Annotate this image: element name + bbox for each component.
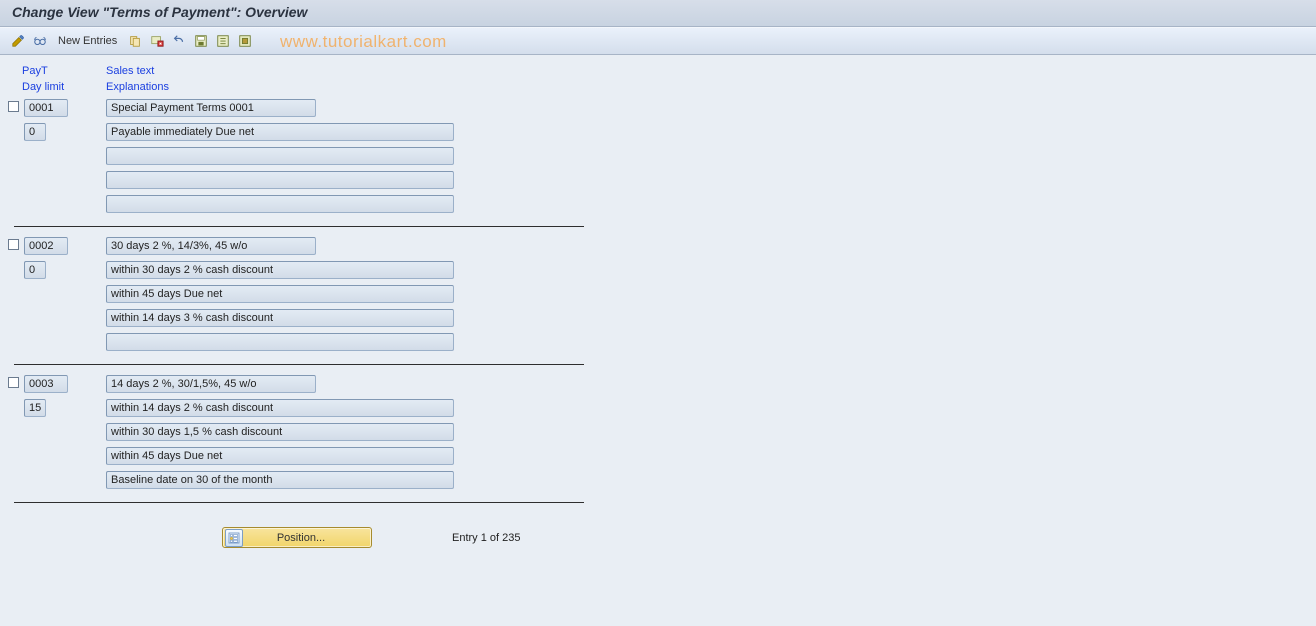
sales-text-field[interactable]: 30 days 2 %, 14/3%, 45 w/o — [106, 237, 316, 255]
separator — [14, 502, 584, 503]
delete-icon[interactable] — [149, 33, 165, 49]
explanation-field[interactable] — [106, 333, 454, 351]
new-entries-button[interactable]: New Entries — [58, 35, 117, 47]
explanation-field[interactable] — [106, 195, 454, 213]
explanation-field[interactable]: within 14 days 2 % cash discount — [106, 399, 454, 417]
explanation-field[interactable]: within 45 days Due net — [106, 447, 454, 465]
sales-text-field[interactable]: Special Payment Terms 0001 — [106, 99, 316, 117]
entry-block: 0002 30 days 2 %, 14/3%, 45 w/o 0 within… — [8, 237, 1308, 354]
header-day-limit: Day limit — [22, 81, 106, 93]
column-header-row-1: PayT Sales text — [22, 65, 1308, 77]
entry-row: 0001 Special Payment Terms 0001 — [8, 99, 1308, 120]
header-explanations: Explanations — [106, 81, 506, 93]
page-title-text: Change View "Terms of Payment": Overview — [12, 4, 307, 20]
payt-field[interactable]: 0002 — [24, 237, 68, 255]
day-limit-field[interactable]: 0 — [24, 123, 46, 141]
explanation-field[interactable] — [106, 147, 454, 165]
entry-row: 0003 14 days 2 %, 30/1,5%, 45 w/o — [8, 375, 1308, 396]
header-payt: PayT — [22, 65, 106, 77]
sales-text-field[interactable]: 14 days 2 %, 30/1,5%, 45 w/o — [106, 375, 316, 393]
footer-row: Position... Entry 1 of 235 — [222, 527, 1308, 548]
entry-block: 0003 14 days 2 %, 30/1,5%, 45 w/o 15 wit… — [8, 375, 1308, 492]
separator — [14, 226, 584, 227]
content-area: PayT Sales text Day limit Explanations 0… — [0, 55, 1316, 548]
column-header-row-2: Day limit Explanations — [22, 81, 1308, 93]
position-icon — [225, 529, 243, 547]
explanation-field[interactable]: within 30 days 1,5 % cash discount — [106, 423, 454, 441]
row-select-checkbox[interactable] — [8, 239, 19, 250]
explanation-field[interactable]: within 45 days Due net — [106, 285, 454, 303]
undo-icon[interactable] — [171, 33, 187, 49]
explanation-field[interactable] — [106, 171, 454, 189]
explanation-field[interactable]: Baseline date on 30 of the month — [106, 471, 454, 489]
row-select-checkbox[interactable] — [8, 377, 19, 388]
select-all-icon[interactable] — [215, 33, 231, 49]
day-limit-field[interactable]: 0 — [24, 261, 46, 279]
entry-row: 0002 30 days 2 %, 14/3%, 45 w/o — [8, 237, 1308, 258]
header-sales-text: Sales text — [106, 65, 506, 77]
entry-counter: Entry 1 of 235 — [452, 532, 521, 544]
payt-field[interactable]: 0003 — [24, 375, 68, 393]
day-limit-field[interactable]: 15 — [24, 399, 46, 417]
explanation-field[interactable]: within 14 days 3 % cash discount — [106, 309, 454, 327]
entry-block: 0001 Special Payment Terms 0001 0 Payabl… — [8, 99, 1308, 216]
position-button[interactable]: Position... — [222, 527, 372, 548]
save-icon[interactable] — [193, 33, 209, 49]
page-title: Change View "Terms of Payment": Overview — [0, 0, 1316, 27]
payt-field[interactable]: 0001 — [24, 99, 68, 117]
glasses-icon[interactable] — [32, 33, 48, 49]
change-icon[interactable] — [10, 33, 26, 49]
copy-icon[interactable] — [127, 33, 143, 49]
position-button-label: Position... — [249, 532, 371, 544]
explanation-field[interactable]: Payable immediately Due net — [106, 123, 454, 141]
application-toolbar: New Entries www.tutorialkart.com — [0, 27, 1316, 55]
separator — [14, 364, 584, 365]
explanation-field[interactable]: within 30 days 2 % cash discount — [106, 261, 454, 279]
deselect-all-icon[interactable] — [237, 33, 253, 49]
row-select-checkbox[interactable] — [8, 101, 19, 112]
watermark-text: www.tutorialkart.com — [280, 28, 447, 56]
